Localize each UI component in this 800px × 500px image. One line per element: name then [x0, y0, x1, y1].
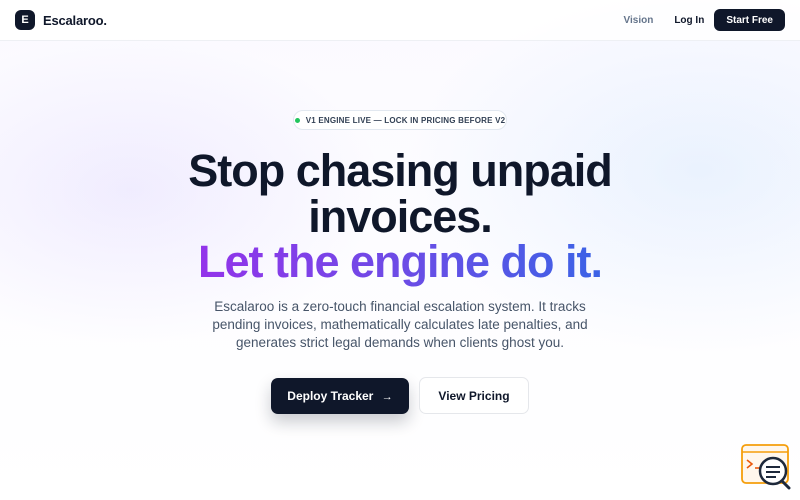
- deploy-tracker-label: Deploy Tracker: [287, 389, 374, 403]
- support-chat-icon[interactable]: [741, 444, 791, 490]
- live-status-dot: [294, 117, 300, 123]
- headline-accent: Let the engine do it.: [198, 236, 603, 287]
- status-badge: V1 ENGINE LIVE — LOCK IN PRICING BEFORE …: [293, 110, 507, 130]
- nav-link-login[interactable]: Log In: [674, 15, 704, 26]
- headline-accent-line: Let the engine do it.: [0, 238, 800, 286]
- top-navbar: E Escalaroo. Vision Log In Start Free: [0, 0, 800, 41]
- logo-mark: E: [15, 10, 35, 30]
- hero-description: Escalaroo is a zero-touch financial esca…: [212, 299, 588, 350]
- hero-headline: Stop chasing unpaid invoices.: [0, 148, 800, 240]
- deploy-tracker-button[interactable]: Deploy Tracker →: [271, 378, 409, 414]
- start-free-button[interactable]: Start Free: [714, 9, 785, 31]
- main-nav: Vision Log In Start Free: [623, 9, 785, 31]
- status-badge-text: V1 ENGINE LIVE — LOCK IN PRICING BEFORE …: [305, 115, 506, 125]
- headline-line-2: invoices.: [308, 191, 493, 242]
- arrow-right-icon: →: [381, 391, 393, 403]
- headline-line-1: Stop chasing unpaid: [188, 145, 613, 196]
- hero-section: V1 ENGINE LIVE — LOCK IN PRICING BEFORE …: [0, 0, 800, 500]
- view-pricing-button[interactable]: View Pricing: [419, 377, 529, 414]
- nav-link-vision[interactable]: Vision: [623, 15, 653, 26]
- brand-logo[interactable]: E Escalaroo.: [15, 10, 107, 30]
- brand-name: Escalaroo.: [43, 12, 107, 28]
